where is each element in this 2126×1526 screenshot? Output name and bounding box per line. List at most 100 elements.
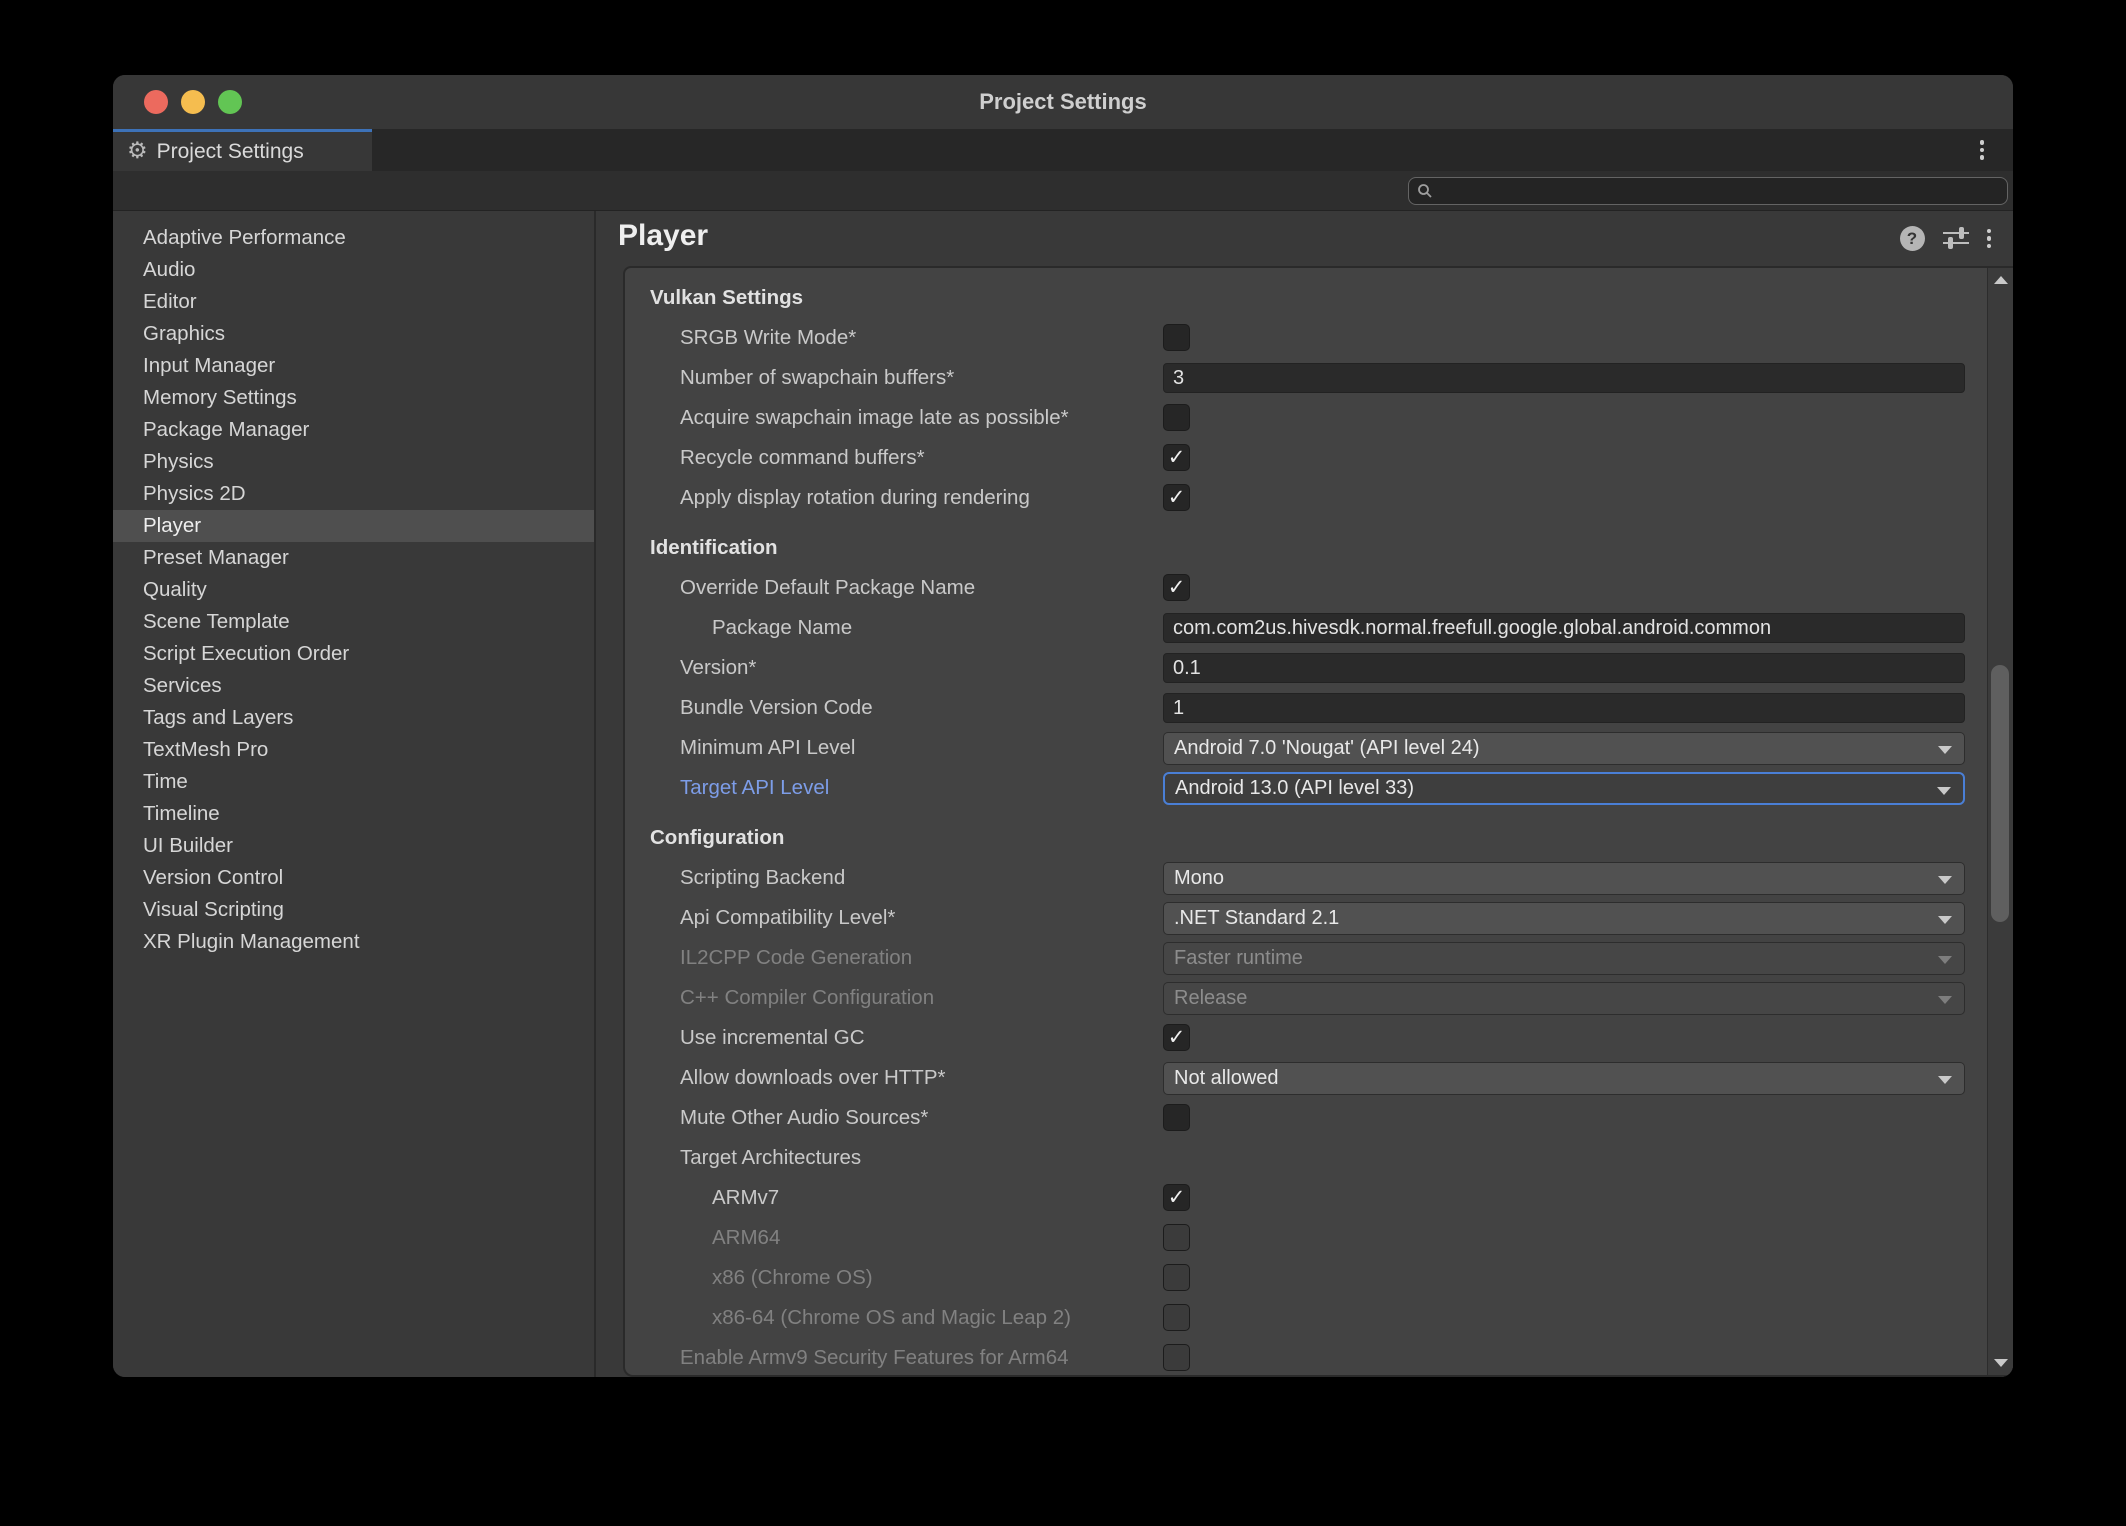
sidebar-item-adaptive-performance[interactable]: Adaptive Performance — [113, 222, 594, 254]
page-title: Player — [618, 219, 708, 253]
chevron-down-icon — [1938, 876, 1952, 884]
setting-row-target-api-level: Target API LevelAndroid 13.0 (API level … — [625, 768, 1987, 808]
search-box[interactable] — [1408, 177, 2008, 205]
settings-category-list: Adaptive PerformanceAudioEditorGraphicsI… — [113, 211, 594, 1377]
checkmark-icon: ✓ — [1168, 447, 1186, 468]
sidebar-item-timeline[interactable]: Timeline — [113, 798, 594, 830]
sidebar-item-quality[interactable]: Quality — [113, 574, 594, 606]
setting-row-srgb-write-mode: SRGB Write Mode*✓ — [625, 318, 1987, 358]
target-api-level-dropdown[interactable]: Android 13.0 (API level 33) — [1163, 772, 1965, 805]
chevron-down-icon — [1938, 1076, 1952, 1084]
api-compatibility-level-dropdown[interactable]: .NET Standard 2.1 — [1163, 902, 1965, 935]
gear-icon: ⚙ — [127, 140, 148, 163]
field-column: ✓ — [1163, 1178, 1965, 1218]
minimum-api-level-dropdown[interactable]: Android 7.0 'Nougat' (API level 24) — [1163, 732, 1965, 765]
apply-display-rotation-during-rendering-checkbox[interactable]: ✓ — [1163, 484, 1190, 511]
setting-row-mute-other-audio-sources: Mute Other Audio Sources*✓ — [625, 1098, 1987, 1138]
setting-row-override-default-package-name: Override Default Package Name✓ — [625, 568, 1987, 608]
acquire-swapchain-image-late-as-possible-checkbox[interactable]: ✓ — [1163, 404, 1190, 431]
sidebar-item-xr-plugin-management[interactable]: XR Plugin Management — [113, 926, 594, 958]
setting-label: Api Compatibility Level* — [680, 898, 895, 938]
field-column: 1 — [1163, 688, 1965, 728]
sidebar-item-textmesh-pro[interactable]: TextMesh Pro — [113, 734, 594, 766]
sidebar-item-player[interactable]: Player — [113, 510, 594, 542]
field-column: Android 7.0 'Nougat' (API level 24) — [1163, 728, 1965, 768]
tab-label: Project Settings — [157, 140, 304, 164]
scrollbar-thumb[interactable] — [1991, 665, 2009, 922]
sidebar-item-physics-2d[interactable]: Physics 2D — [113, 478, 594, 510]
sidebar-item-input-manager[interactable]: Input Manager — [113, 350, 594, 382]
setting-row-arm64: ARM64✓ — [625, 1218, 1987, 1258]
sidebar-item-version-control[interactable]: Version Control — [113, 862, 594, 894]
vertical-scrollbar[interactable] — [1987, 268, 2013, 1375]
checkmark-icon: ✓ — [1168, 1187, 1186, 1208]
kebab-menu-icon[interactable] — [1987, 229, 1992, 249]
sidebar-item-ui-builder[interactable]: UI Builder — [113, 830, 594, 862]
il2cpp-code-generation-dropdown: Faster runtime — [1163, 942, 1965, 975]
setting-row-minimum-api-level: Minimum API LevelAndroid 7.0 'Nougat' (A… — [625, 728, 1987, 768]
armv7-checkbox[interactable]: ✓ — [1163, 1184, 1190, 1211]
sliders-icon[interactable] — [1943, 227, 1969, 251]
tab-project-settings[interactable]: ⚙ Project Settings — [113, 129, 372, 171]
setting-label: Recycle command buffers* — [680, 438, 925, 478]
version-input[interactable]: 0.1 — [1163, 653, 1965, 683]
x86-chrome-os-checkbox: ✓ — [1163, 1264, 1190, 1291]
section-header: Configuration — [625, 818, 1987, 858]
field-column: Not allowed — [1163, 1058, 1965, 1098]
setting-label: IL2CPP Code Generation — [680, 938, 912, 978]
player-settings-panel: Vulkan SettingsSRGB Write Mode*✓Number o… — [623, 266, 2013, 1377]
override-default-package-name-checkbox[interactable]: ✓ — [1163, 574, 1190, 601]
setting-row-number-of-swapchain-buffers: Number of swapchain buffers*3 — [625, 358, 1987, 398]
sidebar-item-memory-settings[interactable]: Memory Settings — [113, 382, 594, 414]
window-title: Project Settings — [113, 75, 2013, 129]
srgb-write-mode-checkbox[interactable]: ✓ — [1163, 324, 1190, 351]
sidebar-item-services[interactable]: Services — [113, 670, 594, 702]
scroll-down-arrow-icon[interactable] — [1988, 1353, 2013, 1373]
sidebar-item-audio[interactable]: Audio — [113, 254, 594, 286]
field-column: ✓ — [1163, 1338, 1965, 1375]
recycle-command-buffers-checkbox[interactable]: ✓ — [1163, 444, 1190, 471]
sidebar-item-preset-manager[interactable]: Preset Manager — [113, 542, 594, 574]
setting-label: Allow downloads over HTTP* — [680, 1058, 945, 1098]
sidebar-item-script-execution-order[interactable]: Script Execution Order — [113, 638, 594, 670]
sidebar-item-tags-and-layers[interactable]: Tags and Layers — [113, 702, 594, 734]
sidebar-item-scene-template[interactable]: Scene Template — [113, 606, 594, 638]
bundle-version-code-input[interactable]: 1 — [1163, 693, 1965, 723]
help-icon[interactable]: ? — [1900, 226, 1925, 251]
sidebar-item-graphics[interactable]: Graphics — [113, 318, 594, 350]
field-column: ✓ — [1163, 1018, 1965, 1058]
setting-label: C++ Compiler Configuration — [680, 978, 934, 1018]
setting-row-enable-armv9-security-features-for-arm64: Enable Armv9 Security Features for Arm64… — [625, 1338, 1987, 1375]
use-incremental-gc-checkbox[interactable]: ✓ — [1163, 1024, 1190, 1051]
setting-label: Package Name — [712, 608, 852, 648]
field-column: ✓ — [1163, 1218, 1965, 1258]
search-icon — [1417, 183, 1433, 199]
sidebar-item-package-manager[interactable]: Package Manager — [113, 414, 594, 446]
dropdown-value: Mono — [1174, 867, 1224, 889]
package-name-input[interactable]: com.com2us.hivesdk.normal.freefull.googl… — [1163, 613, 1965, 643]
scripting-backend-dropdown[interactable]: Mono — [1163, 862, 1965, 895]
setting-label: x86-64 (Chrome OS and Magic Leap 2) — [712, 1298, 1071, 1338]
setting-label: Scripting Backend — [680, 858, 845, 898]
setting-row-package-name: Package Name com.com2us.hivesdk.normal.fr… — [625, 608, 1987, 648]
kebab-menu-icon[interactable] — [1969, 137, 1995, 163]
search-input[interactable] — [1439, 181, 1979, 202]
field-column: ✓ — [1163, 478, 1965, 518]
setting-label: x86 (Chrome OS) — [712, 1258, 873, 1298]
dropdown-value: Android 7.0 'Nougat' (API level 24) — [1174, 737, 1480, 759]
setting-row-apply-display-rotation-during-rendering: Apply display rotation during rendering✓ — [625, 478, 1987, 518]
allow-downloads-over-http-dropdown[interactable]: Not allowed — [1163, 1062, 1965, 1095]
number-of-swapchain-buffers-input[interactable]: 3 — [1163, 363, 1965, 393]
field-column: ✓ — [1163, 1298, 1965, 1338]
scroll-up-arrow-icon[interactable] — [1988, 270, 2013, 290]
sidebar-item-editor[interactable]: Editor — [113, 286, 594, 318]
mute-other-audio-sources-checkbox[interactable]: ✓ — [1163, 1104, 1190, 1131]
sidebar-item-time[interactable]: Time — [113, 766, 594, 798]
sidebar-item-visual-scripting[interactable]: Visual Scripting — [113, 894, 594, 926]
sidebar-item-physics[interactable]: Physics — [113, 446, 594, 478]
section-header: Identification — [625, 528, 1987, 568]
dropdown-value: Android 13.0 (API level 33) — [1175, 777, 1414, 799]
dropdown-value: Release — [1174, 987, 1247, 1009]
setting-row-bundle-version-code: Bundle Version Code1 — [625, 688, 1987, 728]
setting-row-use-incremental-gc: Use incremental GC✓ — [625, 1018, 1987, 1058]
